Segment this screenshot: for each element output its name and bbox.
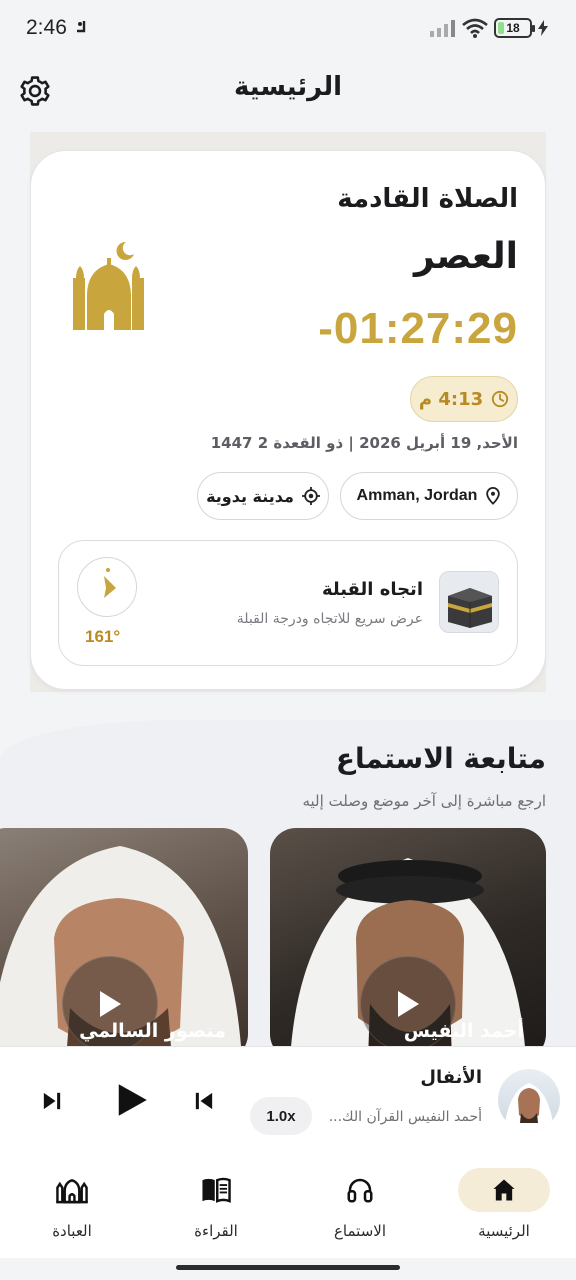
previous-button[interactable] [190, 1087, 218, 1119]
prayer-time: 4:13 م [418, 388, 484, 410]
skip-previous-icon [195, 1092, 213, 1110]
nav-home-label: الرئيسية [478, 1222, 530, 1240]
next-prayer-label: الصلاة القادمة [337, 184, 518, 214]
reciter-card[interactable]: منصور السالمي [0, 828, 248, 1060]
nav-read-icon-wrap [170, 1168, 262, 1212]
prayer-countdown: -01:27:29 [318, 304, 518, 353]
reciter-card[interactable]: أحمد النفيس [270, 828, 546, 1060]
compass-icon [77, 557, 137, 617]
play-icon [118, 1084, 147, 1116]
mini-player-subtitle: أحمد النفيس القرآن الك... [328, 1109, 482, 1125]
manual-city-text: مدينة يدوية [206, 486, 294, 506]
kaaba-icon [439, 571, 499, 633]
reciter-name: منصور السالمي [79, 1020, 226, 1042]
next-button[interactable] [38, 1087, 66, 1119]
play-icon [398, 991, 419, 1017]
page-title: الرئيسية [233, 72, 343, 102]
mosque-icon [56, 1179, 88, 1204]
reciter-avatar [498, 1069, 560, 1131]
notification-icon [74, 19, 90, 41]
book-icon [202, 1177, 231, 1203]
prayer-name: العصر [413, 236, 518, 277]
clock-icon [492, 390, 509, 408]
mini-player[interactable]: الأنفال أحمد النفيس القرآن الك... 1.0x [0, 1046, 576, 1154]
status-time: 2:46 [26, 16, 67, 39]
home-indicator [176, 1265, 400, 1270]
crosshair-icon [301, 487, 320, 505]
nav-listen-label: الاستماع [333, 1222, 386, 1240]
nav-listen[interactable]: الاستماع [288, 1154, 432, 1258]
nav-read-label: القراءة [194, 1222, 238, 1240]
mini-player-title: الأنفال [420, 1067, 482, 1088]
continue-listening-title: متابعة الاستماع [335, 742, 546, 775]
qibla-card[interactable]: اتجاه القبلة عرض سريع للاتجاه ودرجة القب… [58, 540, 518, 666]
status-bar: 2:46 18 [0, 0, 576, 58]
settings-button[interactable] [18, 74, 52, 108]
nav-home[interactable]: الرئيسية [432, 1154, 576, 1258]
mosque-icon [68, 238, 150, 334]
battery-icon: 18 [494, 18, 535, 38]
nav-home-icon-wrap [458, 1168, 550, 1212]
nav-worship-icon-wrap [26, 1168, 118, 1212]
date-line: الأحد, 19 أبريل 2026 | ذو القعدة 2 1447 [210, 434, 518, 452]
location-button[interactable]: Amman, Jordan [340, 472, 518, 520]
signal-icon [430, 20, 455, 37]
wifi-icon [462, 18, 488, 38]
play-icon [100, 991, 121, 1017]
battery-level: 18 [506, 21, 520, 35]
home-icon [493, 1179, 515, 1201]
continue-listening-subtitle: ارجع مباشرة إلى آخر موضع وصلت إليه [302, 792, 546, 810]
charging-icon [538, 20, 548, 36]
location-text: Amman, Jordan [356, 487, 478, 504]
nav-worship-label: العبادة [52, 1222, 92, 1240]
qibla-degrees: 161° [85, 627, 121, 646]
headphones-icon [347, 1178, 373, 1203]
playback-speed-button[interactable]: 1.0x [250, 1097, 312, 1135]
nav-read[interactable]: القراءة [144, 1154, 288, 1258]
nav-worship[interactable]: العبادة [0, 1154, 144, 1258]
bottom-nav: الرئيسية الاستماع القراءة العبادة [0, 1154, 576, 1258]
location-pin-icon [486, 487, 501, 505]
skip-next-icon [43, 1092, 61, 1110]
qibla-title: اتجاه القبلة [321, 579, 423, 600]
play-pause-button[interactable] [110, 1079, 152, 1125]
prayer-time-pill: 4:13 م [410, 376, 518, 422]
gear-icon [20, 76, 50, 106]
reciter-name: أحمد النفيس [403, 1020, 524, 1042]
status-icons: 18 [430, 18, 548, 38]
qibla-subtitle: عرض سريع للاتجاه ودرجة القبلة [236, 611, 423, 627]
manual-city-button[interactable]: مدينة يدوية [197, 472, 329, 520]
nav-listen-icon-wrap [314, 1168, 406, 1212]
